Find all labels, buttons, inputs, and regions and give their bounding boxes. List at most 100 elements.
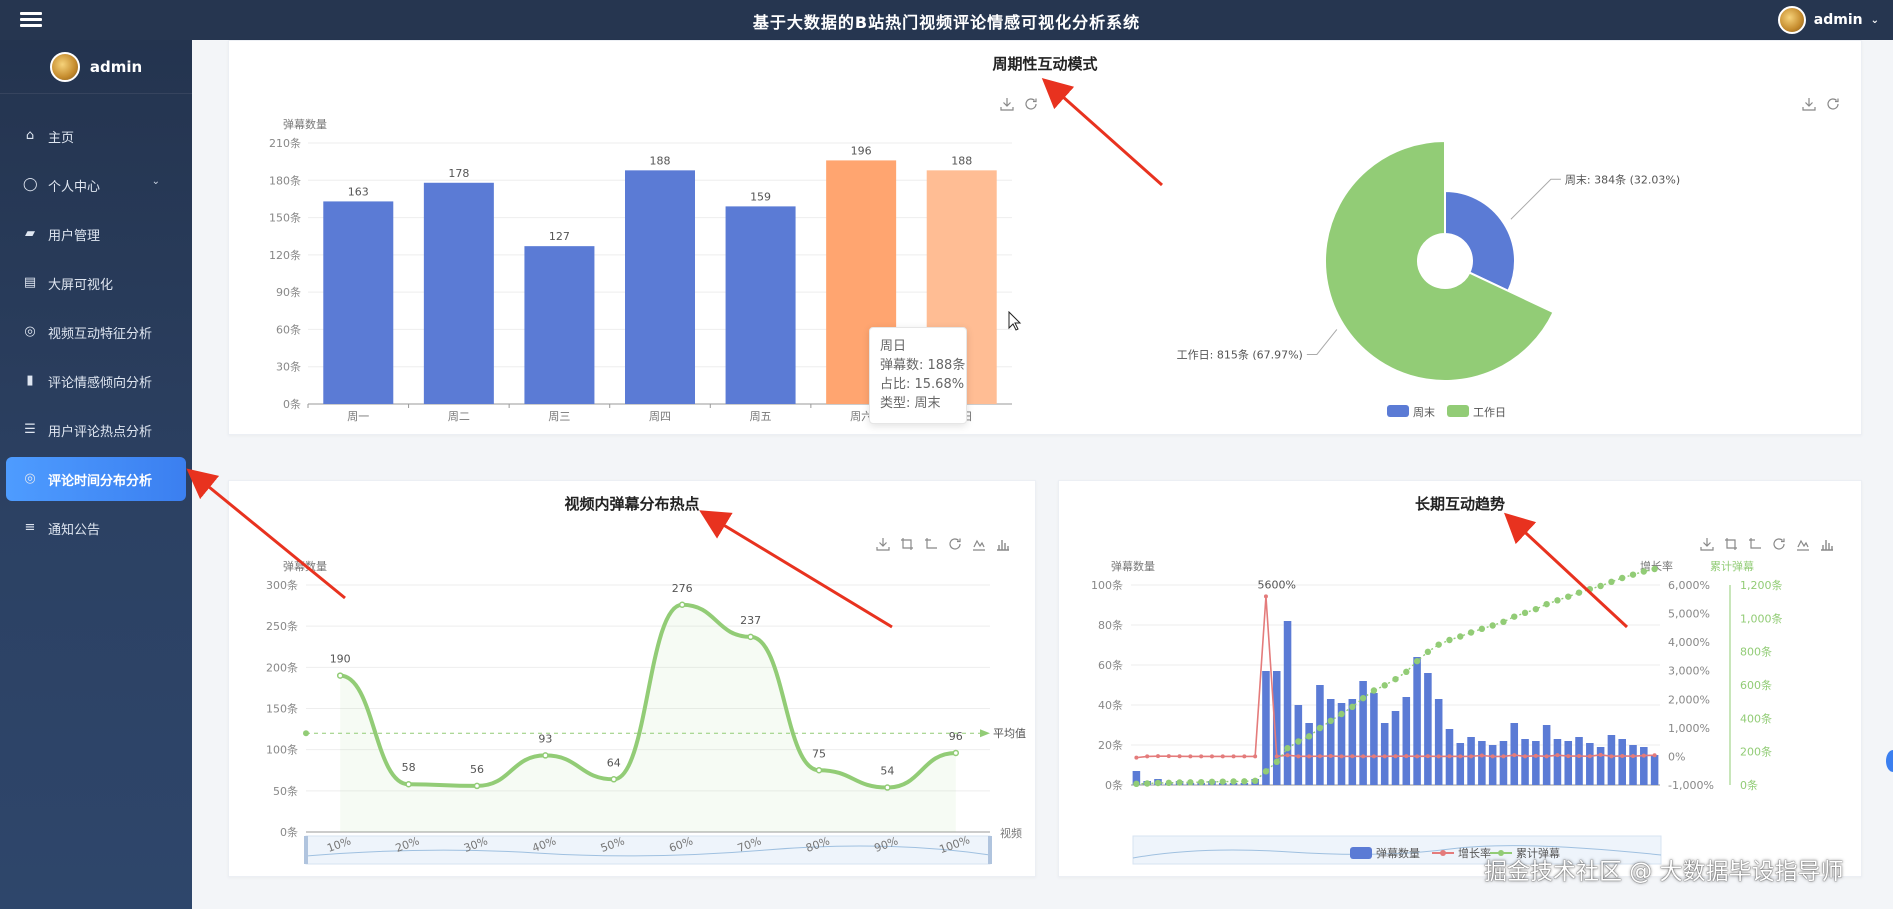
zoom-handle-left: [304, 836, 308, 864]
bar-value-label: 159: [750, 190, 771, 203]
bar: [323, 201, 394, 404]
growth-point: [1263, 594, 1268, 599]
side-handle[interactable]: [1886, 750, 1893, 772]
y-tick-label: 40条: [1098, 698, 1123, 712]
line-point: [952, 749, 960, 757]
cumulative-point: [1197, 778, 1205, 786]
cumulative-point: [1187, 779, 1194, 786]
cumulative-point: [1176, 779, 1183, 786]
mouse-cursor-icon: [1008, 311, 1022, 331]
x-tick-label: 周四: [649, 410, 671, 423]
growth-point: [1458, 754, 1463, 759]
growth-point: [1209, 754, 1214, 759]
cumulative-point: [1165, 779, 1172, 787]
growth-point: [1296, 754, 1301, 759]
cumulative-point: [1305, 733, 1313, 740]
cumulative-point: [1381, 682, 1388, 689]
y3-tick-label: 800条: [1740, 645, 1772, 659]
trend-bar: [1283, 621, 1292, 785]
line-point: [884, 784, 891, 791]
pie-label-line: [1510, 178, 1561, 220]
growth-point: [1566, 754, 1571, 759]
trend-bar: [1478, 741, 1486, 785]
trend-bar: [1456, 743, 1465, 785]
trend-bar: [1629, 745, 1637, 785]
cumulative-point: [1392, 675, 1399, 683]
cumulative-point: [1251, 777, 1259, 785]
trend-bar: [1596, 747, 1605, 785]
average-line-label: 平均值: [993, 727, 1026, 740]
cumulative-point: [1543, 600, 1550, 608]
growth-point: [1285, 753, 1290, 758]
cumulative-point: [1457, 633, 1464, 640]
point-value-label: 75: [812, 747, 826, 760]
cumulative-point: [1295, 738, 1302, 745]
growth-point: [1231, 754, 1236, 759]
cumulative-point: [1262, 768, 1270, 775]
cumulative-point: [1446, 636, 1453, 644]
pie-slice: [1444, 189, 1516, 293]
growth-point: [1533, 753, 1538, 758]
y-tick-label: 100条: [1091, 578, 1123, 592]
y-tick-label: 210条: [269, 136, 301, 150]
x-tick-label: 周五: [750, 410, 772, 423]
trend-bar: [1521, 739, 1529, 785]
growth-point: [1631, 754, 1636, 759]
cumulative-point: [1640, 568, 1648, 575]
cumulative-point: [1532, 605, 1540, 613]
average-line-arrow: [980, 729, 990, 738]
cumulative-point: [1316, 724, 1324, 732]
trend-bar: [1640, 747, 1648, 785]
chart-layer: 弹幕数量 0条 30条 60条 90条 120条 150条 180条 210条 163 周一 178 周…: [266, 117, 1783, 865]
growth-point: [1166, 754, 1171, 759]
cumulative-point: [1608, 578, 1615, 586]
y-tick-label: 0条: [280, 825, 298, 839]
line-point: [815, 767, 823, 774]
cumulative-point: [1143, 780, 1151, 787]
bar-value-label: 163: [348, 185, 369, 198]
line-area: [340, 604, 956, 832]
growth-point: [1339, 754, 1344, 759]
cumulative-point: [1629, 571, 1637, 578]
cumulative-point: [1338, 710, 1345, 718]
point-value-label: 56: [470, 763, 484, 776]
y-tick-label: 200条: [266, 660, 298, 674]
legend-swatch-dot: [1440, 850, 1446, 856]
y2-tick-label: 5,000%: [1668, 608, 1710, 621]
growth-point: [1609, 754, 1614, 759]
y-tick-label: 0条: [283, 397, 301, 411]
growth-point: [1436, 754, 1441, 759]
y2-tick-label: 6,000%: [1668, 579, 1710, 592]
bar-value-label: 188: [650, 154, 671, 167]
trend-bar: [1380, 723, 1389, 785]
legend-label: 工作日: [1473, 406, 1506, 419]
trend-ylabel: 弹幕数量: [1111, 559, 1155, 573]
cumulative-point: [1575, 589, 1583, 596]
pie-label-line: [1306, 329, 1338, 355]
cumulative-point: [1359, 694, 1367, 702]
y3-tick-label: 600条: [1740, 678, 1772, 692]
trend-bar: [1391, 711, 1400, 785]
y-tick-label: 100条: [266, 743, 298, 757]
growth-point: [1317, 754, 1322, 759]
point-value-label: 96: [949, 730, 963, 743]
bar: [524, 246, 595, 404]
cumulative-point: [1511, 613, 1518, 620]
growth-point: [1188, 754, 1193, 759]
trend-bar: [1467, 737, 1475, 785]
trend-y3label: 累计弹幕: [1710, 559, 1754, 573]
line-point: [542, 752, 549, 759]
cumulative-point: [1230, 778, 1237, 785]
cumulative-point: [1273, 758, 1280, 766]
cumulative-point: [1370, 687, 1378, 694]
cumulative-point: [1435, 641, 1442, 648]
growth-point: [1155, 754, 1160, 759]
legend-swatch: [1350, 847, 1372, 859]
tooltip-type: 类型: 周末: [880, 396, 941, 411]
y-tick-label: 60条: [1098, 658, 1123, 672]
y2-tick-label: 0%: [1668, 750, 1685, 763]
cumulative-point: [1565, 593, 1572, 600]
point-value-label: 237: [740, 614, 761, 627]
growth-point: [1447, 754, 1452, 759]
average-line-start: [303, 730, 309, 737]
